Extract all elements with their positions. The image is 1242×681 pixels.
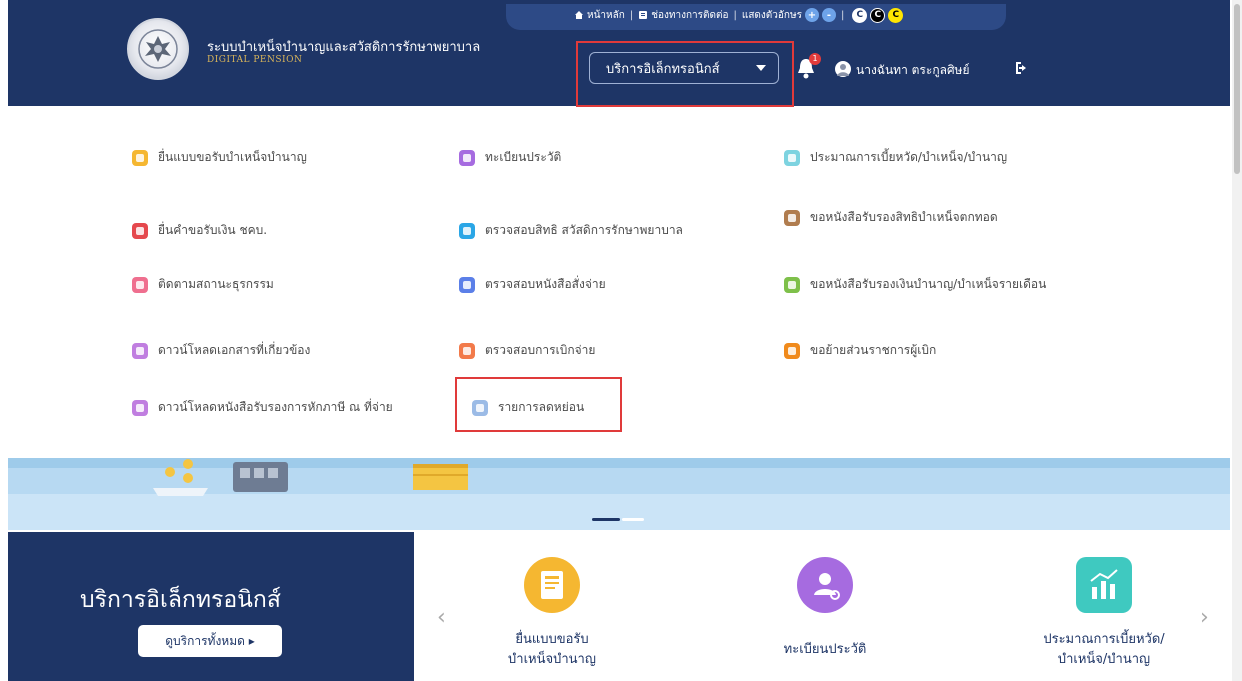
site-subtitle: DIGITAL PENSION xyxy=(207,55,303,65)
card-line-2: บำเหน็จบำนาญ xyxy=(508,652,596,667)
zoom-in-button[interactable]: + xyxy=(804,8,819,22)
menu-item-pension-request[interactable]: ยื่นแบบขอรับบำเหน็จบำนาญ xyxy=(132,148,307,167)
card-line-1: ทะเบียนประวัติ xyxy=(783,642,867,657)
transfer-icon xyxy=(784,342,800,359)
menu-item-transfer-agency[interactable]: ขอย้ายส่วนราชการผู้เบิก xyxy=(784,341,936,360)
highlight-box xyxy=(455,377,622,432)
download-icon xyxy=(132,399,148,416)
menu-item-check-disbursement[interactable]: ตรวจสอบการเบิกจ่าย xyxy=(459,341,595,360)
user-profile-icon xyxy=(459,149,475,166)
banner-illustration xyxy=(153,459,468,496)
menu-item-inheritance-cert[interactable]: ขอหนังสือรับรองสิทธิบำเหน็จตกทอด xyxy=(784,208,998,227)
menu-item-label: ขอย้ายส่วนราชการผู้เบิก xyxy=(810,343,937,357)
card-line-2: บำเหน็จ/บำนาญ xyxy=(1057,652,1151,667)
menu-item-label: ประมาณการเบี้ยหวัด/บำเหน็จ/บำนาญ xyxy=(810,150,1008,164)
menu-item-download-docs[interactable]: ดาวน์โหลดเอกสารที่เกี่ยวข้อง xyxy=(132,341,310,360)
notification-badge: 1 xyxy=(809,53,821,65)
contact-icon xyxy=(639,11,648,19)
menu-item-label: ตรวจสอบสิทธิ สวัสดิการรักษาพยาบาล xyxy=(485,223,683,237)
service-card-estimate[interactable]: ประมาณการเบี้ยหวัด/ บำเหน็จ/บำนาญ xyxy=(1004,630,1204,670)
form-icon xyxy=(132,149,148,166)
site-title: ระบบบำเหน็จบำนาญและสวัสดิการรักษาพยาบาล xyxy=(207,40,481,55)
menu-item-check-medical[interactable]: ตรวจสอบสิทธิ สวัสดิการรักษาพยาบาล xyxy=(459,221,683,240)
carousel-prev-arrow-icon[interactable]: ‹ xyxy=(437,605,446,630)
menu-item-label: ยื่นแบบขอรับบำเหน็จบำนาญ xyxy=(158,150,307,164)
service-card-profile[interactable]: ทะเบียนประวัติ xyxy=(725,640,925,660)
carousel-next-arrow-icon[interactable]: › xyxy=(1200,605,1209,630)
card-line-1: ประมาณการเบี้ยหวัด/ xyxy=(1043,632,1165,647)
home-link[interactable]: หน้าหลัก xyxy=(587,8,625,23)
pension-form-icon[interactable] xyxy=(524,557,580,613)
card-line-1: ยื่นแบบขอรับ xyxy=(515,632,589,647)
garuda-logo-icon[interactable] xyxy=(127,18,189,80)
menu-item-label: ยื่นคำขอรับเงิน ชคบ. xyxy=(158,223,268,237)
certificate-icon xyxy=(784,276,800,293)
download-icon xyxy=(132,342,148,359)
certificate-icon xyxy=(784,209,800,226)
user-name[interactable]: นางฉันทา ตระกูลศิษย์ xyxy=(856,61,970,80)
display-label: แสดงตัวอักษร xyxy=(741,9,802,21)
list-icon xyxy=(132,276,148,293)
menu-item-money-request[interactable]: ยื่นคำขอรับเงิน ชคบ. xyxy=(132,221,267,240)
contact-link[interactable]: ช่องทางการติดต่อ xyxy=(651,8,728,23)
calculator-icon xyxy=(784,149,800,166)
menu-item-label: ตรวจสอบหนังสือสั่งจ่าย xyxy=(485,277,606,291)
menu-item-estimate[interactable]: ประมาณการเบี้ยหวัด/บำเหน็จ/บำนาญ xyxy=(784,148,1007,167)
slide-indicator-active[interactable] xyxy=(592,518,620,521)
divider: | xyxy=(629,9,634,21)
divider: | xyxy=(733,9,737,21)
contrast-yellow-button[interactable]: C xyxy=(888,7,904,23)
menu-item-pension-cert[interactable]: ขอหนังสือรับรองเงินบำนาญ/บำเหน็จรายเดือน xyxy=(784,275,1046,294)
divider: | xyxy=(840,9,845,21)
menu-item-track-status[interactable]: ติดตามสถานะธุรกรรม xyxy=(132,275,274,294)
menu-item-profile[interactable]: ทะเบียนประวัติ xyxy=(459,148,561,167)
menu-item-download-tax-cert[interactable]: ดาวน์โหลดหนังสือรับรองการหักภาษี ณ ที่จ่… xyxy=(132,398,393,417)
estimate-chart-icon[interactable] xyxy=(1076,557,1132,613)
service-card-pension-request[interactable]: ยื่นแบบขอรับ บำเหน็จบำนาญ xyxy=(452,630,652,670)
logout-icon[interactable] xyxy=(1014,60,1030,76)
person-icon xyxy=(459,222,475,239)
menu-item-label: ติดตามสถานะธุรกรรม xyxy=(158,277,274,291)
contrast-dark-button[interactable]: C xyxy=(870,7,886,23)
menu-item-label: ตรวจสอบการเบิกจ่าย xyxy=(485,343,596,357)
topbar-links: หน้าหลัก | ช่องทางการติดต่อ | แสดงตัวอัก… xyxy=(574,7,904,23)
document-icon xyxy=(132,222,148,239)
page-scrollbar-thumb[interactable] xyxy=(1234,4,1240,174)
highlight-box xyxy=(576,41,794,107)
user-avatar-icon xyxy=(835,61,851,77)
zoom-out-button[interactable]: - xyxy=(821,8,836,22)
banner-floor xyxy=(8,494,1230,530)
slide-indicator[interactable] xyxy=(622,518,644,521)
menu-item-check-payment-order[interactable]: ตรวจสอบหนังสือสั่งจ่าย xyxy=(459,275,606,294)
services-title: บริการอิเล็กทรอนิกส์ xyxy=(80,587,281,613)
money-icon xyxy=(459,342,475,359)
profile-search-icon[interactable] xyxy=(797,557,853,613)
menu-item-label: ดาวน์โหลดหนังสือรับรองการหักภาษี ณ ที่จ่… xyxy=(158,400,393,414)
menu-item-label: ขอหนังสือรับรองเงินบำนาญ/บำเหน็จรายเดือน xyxy=(810,277,1047,291)
menu-item-label: ดาวน์โหลดเอกสารที่เกี่ยวข้อง xyxy=(158,343,311,357)
document-icon xyxy=(459,276,475,293)
menu-item-label: ขอหนังสือรับรองสิทธิบำเหน็จตกทอด xyxy=(810,210,998,224)
home-icon xyxy=(575,11,583,19)
menu-item-label: ทะเบียนประวัติ xyxy=(485,150,562,164)
view-all-services-button[interactable]: ดูบริการทั้งหมด ▸ xyxy=(138,625,282,657)
contrast-normal-button[interactable]: C xyxy=(852,7,868,23)
